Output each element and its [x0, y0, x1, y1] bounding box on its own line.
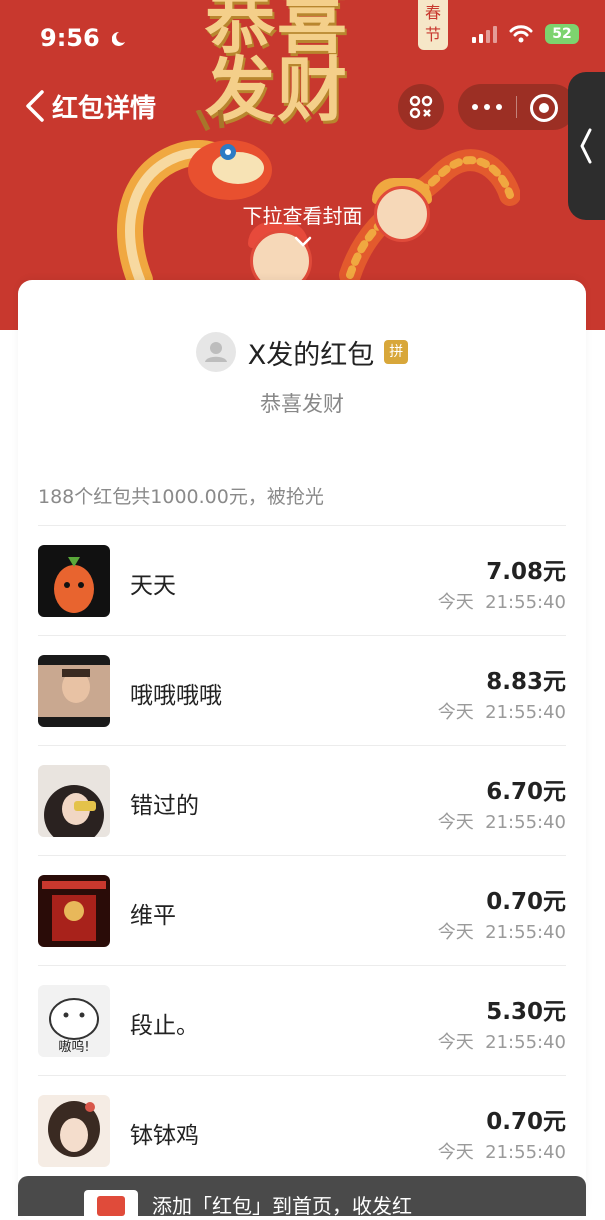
scan-button[interactable]: [398, 84, 444, 130]
recipient-time: 今天 21:55:40: [437, 702, 566, 723]
recipient-time: 今天 21:55:40: [437, 592, 566, 613]
capsule-divider: [516, 96, 517, 118]
status-time: 9:56: [40, 24, 130, 52]
group-lucky-badge: 拼: [384, 340, 409, 364]
recipient-list: 天天 7.08元 今天 21:55:40 哦哦哦哦 8.83元 今天 21:55…: [38, 525, 566, 1185]
sender-avatar[interactable]: [195, 332, 236, 372]
side-drawer-handle[interactable]: [568, 72, 605, 220]
recipient-avatar[interactable]: [38, 1095, 110, 1167]
qr-scan-icon: [409, 95, 433, 119]
cellular-signal-icon: [472, 25, 497, 43]
recipient-name: 天天: [130, 573, 176, 599]
recipient-amount: 8.83元: [486, 669, 566, 695]
recipient-name: 哦哦哦哦: [130, 683, 222, 709]
packet-summary: 188个红包共1000.00元，被抢光: [38, 486, 324, 508]
recipient-amount: 0.70元: [486, 889, 566, 915]
recipient-row[interactable]: 哦哦哦哦 8.83元 今天 21:55:40: [38, 635, 566, 745]
recipient-avatar[interactable]: [38, 545, 110, 617]
recipient-row[interactable]: 钵钵鸡 0.70元 今天 21:55:40: [38, 1075, 566, 1185]
red-packet-icon: [84, 1190, 138, 1220]
close-miniprogram-icon[interactable]: [530, 94, 558, 122]
recipient-avatar[interactable]: [38, 655, 110, 727]
recipient-avatar[interactable]: 嗷呜!: [38, 985, 110, 1057]
recipient-name: 段止。: [130, 1013, 199, 1039]
recipient-row[interactable]: 错过的 6.70元 今天 21:55:40: [38, 745, 566, 855]
chevron-down-icon: [294, 236, 312, 247]
recipient-name: 错过的: [130, 793, 199, 819]
red-packet-detail-card: X发的红包 拼 恭喜发财 188个红包共1000.00元，被抢光 天天 7.08…: [18, 280, 586, 1220]
more-options-icon[interactable]: [472, 104, 502, 110]
chevron-left-icon: [580, 128, 592, 164]
cover-greeting-art: 恭喜 发财: [205, 0, 349, 125]
recipient-amount: 0.70元: [486, 1109, 566, 1135]
add-to-home-toast[interactable]: 添加「红包」到首页，收发红: [18, 1176, 586, 1220]
recipient-name: 维平: [130, 903, 176, 929]
recipient-amount: 7.08元: [486, 559, 566, 585]
user-placeholder-icon: [204, 342, 227, 362]
miniprogram-capsule: [458, 84, 576, 130]
recipient-row[interactable]: 天天 7.08元 今天 21:55:40: [38, 525, 566, 635]
packet-greeting: 恭喜发财: [260, 392, 344, 416]
recipient-amount: 5.30元: [486, 999, 566, 1025]
spring-festival-tag: 春节: [418, 0, 448, 50]
page-title: 红包详情: [52, 94, 157, 124]
pull-down-hint: 下拉查看封面: [242, 204, 363, 228]
sender-info: X发的红包 拼: [18, 332, 586, 372]
sender-name: X发的红包: [247, 339, 375, 371]
status-time-text: 9:56: [40, 24, 100, 52]
toast-text: 添加「红包」到首页，收发红: [152, 1194, 412, 1218]
svg-text:嗷呜!: 嗷呜!: [58, 1039, 89, 1055]
recipient-time: 今天 21:55:40: [437, 1032, 566, 1053]
recipient-avatar[interactable]: [38, 765, 110, 837]
battery-icon: 52: [545, 24, 579, 44]
wifi-icon: [509, 25, 533, 43]
moon-icon: [111, 31, 126, 46]
back-chevron-icon[interactable]: [22, 86, 52, 126]
recipient-time: 今天 21:55:40: [437, 922, 566, 943]
recipient-avatar[interactable]: [38, 875, 110, 947]
recipient-row[interactable]: 嗷呜! 段止。 5.30元 今天 21:55:40: [38, 965, 566, 1075]
recipient-amount: 6.70元: [486, 779, 566, 805]
status-indicators: 52: [472, 24, 579, 44]
recipient-name: 钵钵鸡: [130, 1123, 199, 1149]
recipient-time: 今天 21:55:40: [437, 812, 566, 833]
recipient-row[interactable]: 维平 0.70元 今天 21:55:40: [38, 855, 566, 965]
recipient-time: 今天 21:55:40: [437, 1142, 566, 1163]
